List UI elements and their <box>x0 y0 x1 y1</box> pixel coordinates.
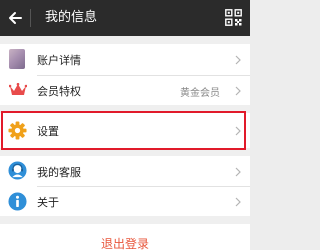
menu-item-about-label: 关于 <box>37 196 59 209</box>
chevron-right-icon <box>235 86 241 96</box>
menu-item-account[interactable]: 账户详情 <box>0 44 250 75</box>
chevron-right-icon <box>235 167 241 177</box>
crown-icon <box>9 83 27 95</box>
menu-item-service-label: 我的客服 <box>37 166 81 179</box>
info-icon <box>8 192 27 211</box>
customer-service-icon <box>8 161 27 180</box>
menu-item-service[interactable]: 我的客服 <box>0 156 250 186</box>
menu-item-about[interactable]: 关于 <box>0 187 250 216</box>
my-info-screen: 我的信息 账户详情 会员特权 黄金会员 设置 我的客服 关于 退出登录 <box>0 0 250 250</box>
top-bar: 我的信息 <box>0 0 250 36</box>
menu-item-account-label: 账户详情 <box>37 54 81 67</box>
header-divider <box>30 9 31 27</box>
page-title: 我的信息 <box>45 10 98 25</box>
chevron-right-icon <box>235 197 241 207</box>
avatar-icon <box>9 49 25 69</box>
qr-code-icon <box>225 9 242 26</box>
settings-highlight-box <box>1 111 246 150</box>
account-group: 账户详情 会员特权 黄金会员 <box>0 44 250 105</box>
support-group: 我的客服 关于 <box>0 156 250 216</box>
logout-label: 退出登录 <box>100 237 149 250</box>
chevron-right-icon <box>235 55 241 65</box>
qr-code-button[interactable] <box>222 6 246 30</box>
vip-level-value: 黄金会员 <box>180 88 220 99</box>
arrow-left-icon <box>9 12 22 24</box>
back-button[interactable] <box>0 0 28 36</box>
menu-item-vip-label: 会员特权 <box>37 85 81 98</box>
logout-button[interactable]: 退出登录 <box>0 224 250 250</box>
menu-item-vip[interactable]: 会员特权 黄金会员 <box>0 76 250 105</box>
